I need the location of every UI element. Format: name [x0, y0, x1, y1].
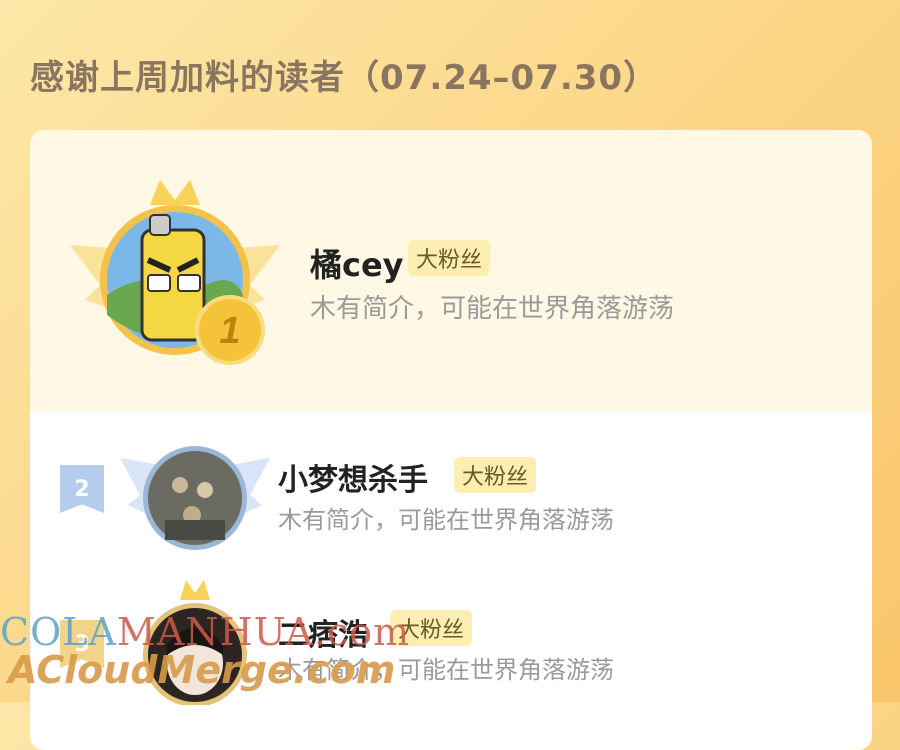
reader1-tag: 大粉丝	[408, 240, 491, 276]
rank1-number: 1	[219, 310, 240, 352]
reader2-tag: 大粉丝	[454, 457, 537, 493]
rank2-flag: 2	[60, 465, 104, 513]
yellow-character-avatar	[140, 214, 206, 342]
reader1-name[interactable]: 橘cey	[310, 240, 404, 286]
crown-icon	[150, 180, 200, 205]
rank1-avatar-badge[interactable]: 1	[70, 175, 280, 375]
rank2-avatar-badge[interactable]	[120, 440, 270, 550]
page-title: 感谢上周加料的读者（07.24–07.30）	[30, 58, 659, 98]
reader1-bio: 木有简介，可能在世界角落游荡	[310, 294, 675, 324]
reader2-name[interactable]: 小梦想杀手	[278, 455, 428, 499]
reader2-bio: 木有简介，可能在世界角落游荡	[278, 506, 614, 534]
crown-icon	[180, 580, 210, 600]
watermark-acloudmerge: ACloudMerge.com	[8, 648, 396, 692]
